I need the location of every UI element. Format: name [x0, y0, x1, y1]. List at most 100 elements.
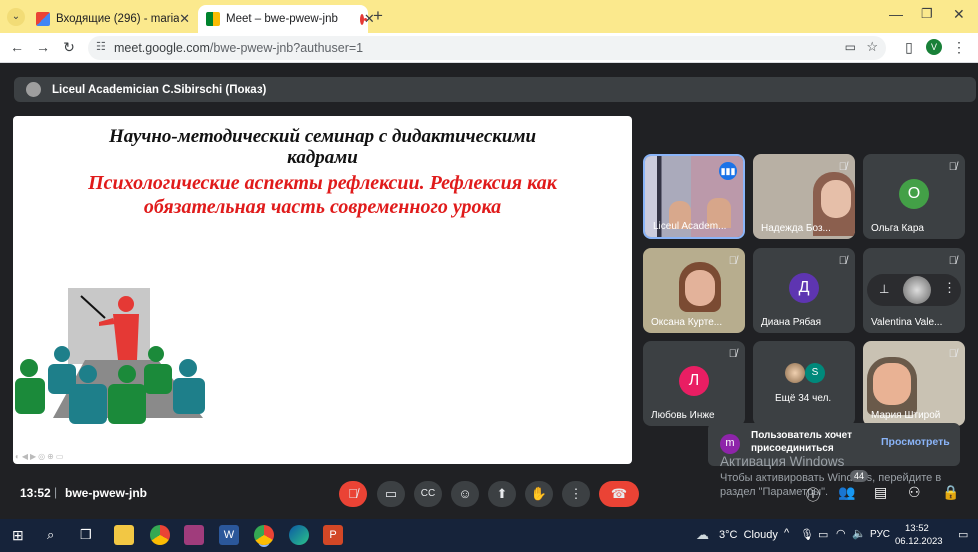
time-divider: |	[54, 485, 58, 499]
participant-tile[interactable]: 🎙̸ Надежда Боз...	[753, 154, 855, 239]
participant-tile[interactable]: Д 🎙̸ Диана Рябая	[753, 248, 855, 333]
participant-avatar: Д	[789, 273, 819, 303]
winrar-icon[interactable]	[184, 525, 204, 545]
participant-name: Мария Штирой	[871, 410, 941, 421]
powerpoint-icon[interactable]: P	[323, 525, 343, 545]
participant-tile[interactable]: О 🎙̸ Ольга Кара	[863, 154, 965, 239]
notification-text: Пользователь хочет присоединиться	[751, 430, 852, 454]
wifi-icon[interactable]: ◠	[836, 527, 846, 540]
host-controls-icon[interactable]: 🔒	[942, 484, 959, 501]
participant-tile[interactable]: ▮▮▮ Liceul Academ...	[643, 154, 745, 239]
camera-toggle-button[interactable]: ▭	[377, 481, 405, 507]
battery-icon[interactable]: ▭	[818, 528, 828, 541]
more-participants-tile[interactable]: S Ещё 34 чел.	[753, 341, 855, 426]
view-request-button[interactable]: Просмотреть	[881, 436, 950, 448]
slide-toolbar[interactable]: ◐◀▶◎⊕▭	[15, 452, 65, 461]
mic-off-icon: 🎙̸	[838, 255, 847, 267]
back-icon[interactable]: ←	[8, 39, 26, 55]
edge-icon[interactable]	[289, 525, 309, 545]
participant-name: Liceul Academ...	[653, 221, 727, 232]
tab-label: Входящие (296) - maria.stiroi@	[56, 13, 180, 25]
tab-strip: ⌄ Входящие (296) - maria.stiroi@ ✕ Meet …	[0, 0, 978, 33]
chrome-icon[interactable]	[150, 525, 170, 545]
windows-start-icon[interactable]: ⊞	[12, 527, 24, 544]
participant-name: Диана Рябая	[761, 317, 822, 328]
restore-button[interactable]: ❐	[921, 6, 933, 22]
presenter-bar: Liceul Academician C.Sibirschi (Показ)	[14, 77, 976, 102]
raise-hand-button[interactable]: ✋	[525, 481, 553, 507]
side-panel-icon[interactable]: ▯	[900, 39, 918, 56]
participant-tile[interactable]: 🎙̸ Оксана Курте...	[643, 248, 745, 333]
participant-tile[interactable]: ⊥ ⋮ 🎙̸ Valentina Vale...	[863, 248, 965, 333]
present-button[interactable]: ⬆	[488, 481, 516, 507]
camera-icon[interactable]: ▭	[845, 40, 856, 54]
presentation-slide: Научно-методический семинар с дидактичес…	[13, 116, 632, 464]
presenter-label: Liceul Academician C.Sibirschi (Показ)	[52, 83, 267, 96]
tray-chevron-icon[interactable]: ^	[784, 527, 789, 539]
close-window-button[interactable]: ✕	[953, 6, 965, 23]
mic-tray-icon: 🎙	[800, 529, 814, 541]
participant-thumb	[785, 363, 805, 383]
speaking-indicator-icon: ▮▮▮	[719, 162, 737, 180]
participant-avatar: О	[899, 179, 929, 209]
windows-taskbar: ⊞ ⌕ ❒ W P ☁ 3°C Cloudy ^ 🎙 ▭ ◠ 🔈 РУС 13:…	[0, 519, 978, 552]
info-icon[interactable]: ⓘ	[806, 485, 820, 505]
more-options-icon[interactable]: ⋮	[943, 280, 956, 296]
weather-text[interactable]: 3°C Cloudy	[719, 529, 778, 541]
tab-search-button[interactable]: ⌄	[7, 8, 25, 26]
new-tab-button[interactable]: +	[373, 6, 383, 26]
people-icon[interactable]: 👥	[838, 484, 855, 501]
participant-name: Ольга Кара	[871, 223, 924, 234]
notifications-icon[interactable]: ▭	[958, 528, 968, 541]
participant-name: Любовь Инже	[651, 410, 715, 421]
participant-tile[interactable]: 🎙̸ Мария Штирой	[863, 341, 965, 426]
reactions-button[interactable]: ☺	[451, 481, 479, 507]
requester-avatar: m	[720, 434, 740, 454]
menu-icon[interactable]: ⋮	[950, 39, 968, 56]
mic-off-icon: 🎙̸	[728, 255, 737, 267]
tab-gmail[interactable]: Входящие (296) - maria.stiroi@ ✕	[28, 5, 198, 33]
activities-icon[interactable]: ⚇	[908, 484, 921, 501]
windows-activation-title: Активация Windows	[720, 454, 845, 469]
more-participants-label: Ещё 34 чел.	[775, 393, 832, 404]
weather-icon: ☁	[696, 527, 709, 542]
bookmark-star-icon[interactable]: ☆	[866, 39, 878, 55]
tab-label: Meet – bwe-pwew-jnb	[226, 13, 338, 25]
forward-icon[interactable]: →	[34, 39, 52, 55]
volume-icon[interactable]: 🔈	[852, 527, 866, 540]
url-host: meet.google.com	[114, 41, 210, 55]
address-bar[interactable]: ☷ meet.google.com/bwe-pwew-jnb?authuser=…	[88, 36, 886, 60]
mic-toggle-button[interactable]: 🎙̸	[339, 481, 367, 507]
mic-off-icon: 🎙̸	[948, 348, 957, 360]
participant-name: Оксана Курте...	[651, 317, 723, 328]
browser-toolbar: ← → ↻ ☷ meet.google.com/bwe-pwew-jnb?aut…	[0, 33, 978, 63]
recording-icon	[359, 13, 367, 25]
captions-button[interactable]: CC	[414, 481, 442, 507]
clock-date[interactable]: 06.12.2023	[895, 536, 943, 547]
leave-call-button[interactable]: ☎	[599, 481, 639, 507]
slide-title-red: Психологические аспекты рефлексии. Рефле…	[88, 172, 557, 218]
task-view-icon[interactable]: ❒	[80, 527, 92, 543]
minimize-button[interactable]: —	[889, 6, 903, 22]
word-icon[interactable]: W	[219, 525, 239, 545]
search-icon[interactable]: ⌕	[47, 527, 54, 543]
close-icon[interactable]: ✕	[179, 11, 190, 27]
participant-tile[interactable]: Л 🎙̸ Любовь Инже	[643, 341, 745, 426]
slide-title-black: Научно-методический семинар с дидактичес…	[108, 126, 537, 168]
chrome-active-icon[interactable]	[254, 525, 274, 545]
tab-meet[interactable]: Meet – bwe-pwew-jnb ✕	[198, 5, 375, 33]
language-indicator[interactable]: РУС	[870, 529, 890, 540]
file-explorer-icon[interactable]	[114, 525, 134, 545]
clock-time[interactable]: 13:52	[905, 523, 929, 534]
presenter-avatar	[26, 82, 41, 97]
chat-icon[interactable]: ▤	[874, 484, 887, 501]
pin-icon[interactable]: ⊥	[879, 282, 889, 296]
participant-avatar: S	[805, 363, 825, 383]
tile-hover-controls: ⊥ ⋮	[867, 274, 961, 306]
profile-avatar[interactable]: V	[926, 39, 942, 55]
more-options-button[interactable]: ⋮	[562, 481, 590, 507]
mic-off-icon: 🎙̸	[728, 348, 737, 360]
gmail-icon	[36, 12, 50, 26]
site-info-icon[interactable]: ☷	[96, 40, 106, 53]
reload-icon[interactable]: ↻	[60, 39, 78, 56]
